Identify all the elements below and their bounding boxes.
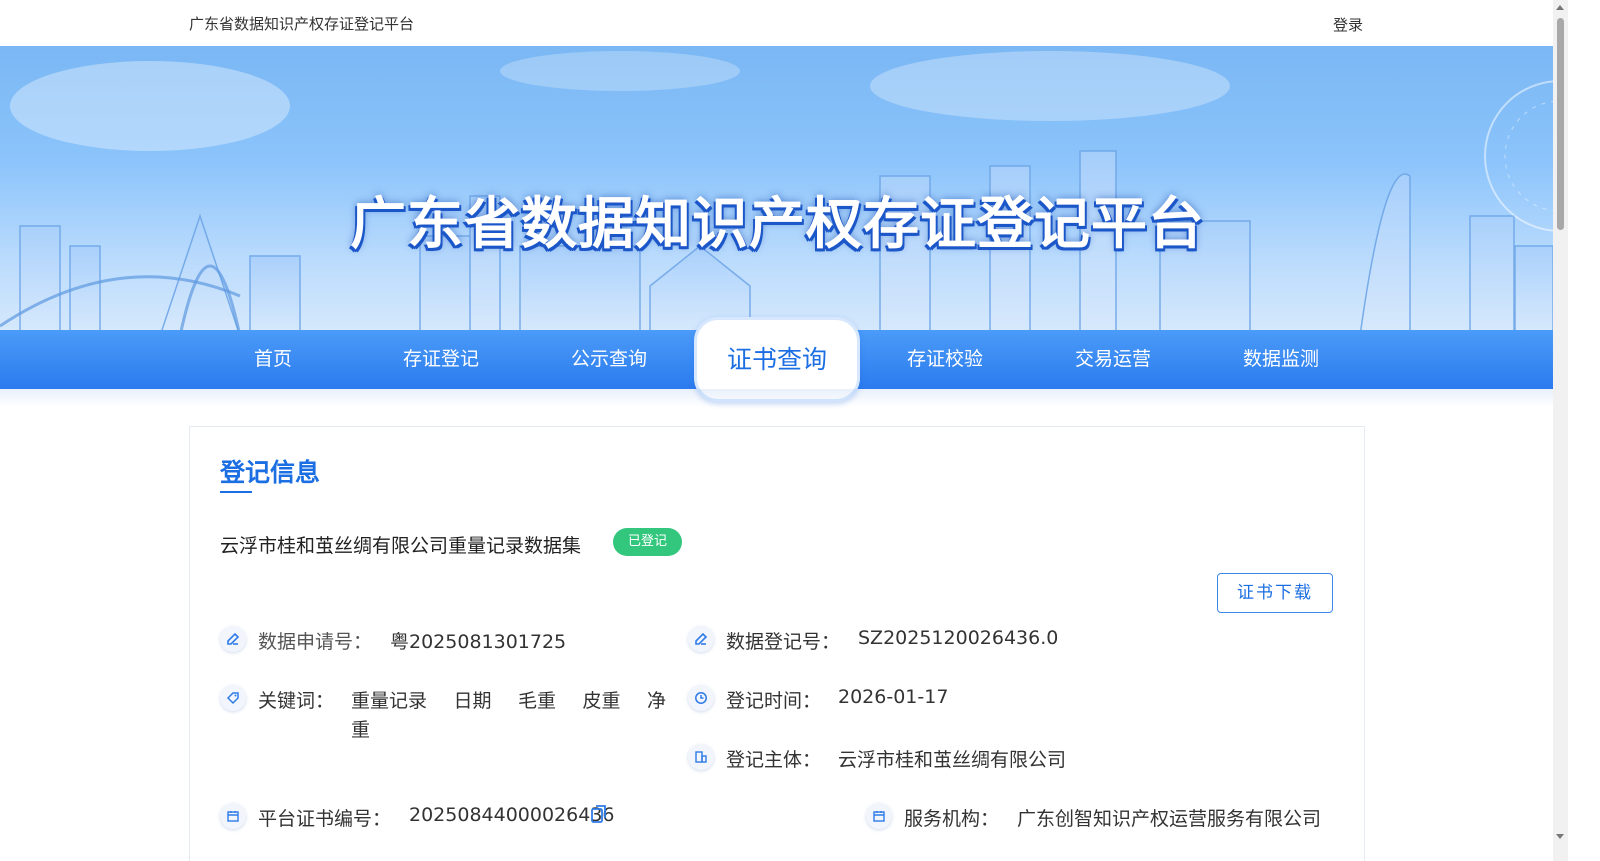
building-icon — [688, 744, 714, 770]
edit-icon — [220, 626, 246, 652]
calendar-icon — [220, 803, 246, 829]
nav-trade[interactable]: 交易运营 — [1029, 330, 1197, 389]
application-no-value: 粤2025081301725 — [390, 631, 567, 653]
calendar-icon — [866, 803, 892, 829]
nav-monitor[interactable]: 数据监测 — [1197, 330, 1365, 389]
keyword-wrap: 重 — [351, 719, 371, 741]
application-no-row: 数据申请号： — [258, 627, 372, 654]
service-org-value: 广东创智知识产权运营服务有限公司 — [1017, 808, 1322, 830]
cert-no-value: 20250844000026436 — [409, 804, 615, 826]
clock-icon — [688, 685, 714, 711]
page-scrollbar[interactable] — [1553, 0, 1568, 861]
section-title-underline — [220, 491, 252, 493]
keywords-list: 重量记录 日期 毛重 皮重 净 — [351, 686, 666, 713]
nav-register[interactable]: 存证登记 — [357, 330, 525, 389]
nav-home[interactable]: 首页 — [189, 330, 357, 389]
reg-time-value: 2026-01-17 — [838, 686, 949, 708]
edit-icon — [688, 626, 714, 652]
status-badge: 已登记 — [613, 528, 682, 556]
keywords-label: 关键词： — [258, 690, 335, 712]
application-no-label: 数据申请号： — [258, 631, 373, 653]
login-link[interactable]: 登录 — [1333, 14, 1363, 35]
keyword-tag: 皮重 — [582, 690, 621, 712]
service-org-label: 服务机构： — [904, 808, 1000, 830]
keyword-tag: 毛重 — [517, 690, 556, 712]
subject-label: 登记主体： — [726, 749, 822, 771]
tag-icon — [220, 685, 246, 711]
section-title: 登记信息 — [220, 458, 321, 487]
keyword-tag: 日期 — [453, 690, 492, 712]
download-certificate-button[interactable]: 证书下载 — [1217, 573, 1333, 613]
cert-no-label: 平台证书编号： — [258, 808, 392, 830]
subject-value: 云浮市桂和茧丝绸有限公司 — [838, 749, 1067, 771]
banner-title: 广东省数据知识产权存证登记平台 — [350, 192, 1205, 257]
reg-time-label: 登记时间： — [726, 690, 822, 712]
keyword-tag: 净 — [646, 690, 666, 712]
nav-verify[interactable]: 存证校验 — [861, 330, 1029, 389]
scroll-down-icon[interactable] — [1556, 834, 1564, 839]
site-name: 广东省数据知识产权存证登记平台 — [189, 15, 415, 33]
dataset-name: 云浮市桂和茧丝绸有限公司重量记录数据集 — [220, 535, 582, 557]
scroll-up-icon[interactable] — [1556, 5, 1564, 10]
registration-no-label: 数据登记号： — [726, 631, 841, 653]
main-nav: 首页 存证登记 公示查询 证书查询 存证校验 交易运营 数据监测 — [0, 317, 1553, 402]
top-bar: 广东省数据知识产权存证登记平台 登录 — [0, 0, 1553, 46]
registration-info-card: 登记信息 云浮市桂和茧丝绸有限公司重量记录数据集 已登记 证书下载 数据申请号：… — [189, 426, 1365, 861]
nav-shadow — [0, 389, 1553, 407]
scrollbar-thumb[interactable] — [1557, 18, 1564, 230]
keyword-tag: 重量记录 — [351, 690, 428, 712]
registration-no-value: SZ2025120026436.0 — [858, 627, 1059, 649]
copy-icon[interactable] — [591, 804, 607, 828]
nav-public-query[interactable]: 公示查询 — [525, 330, 693, 389]
hero-banner: 广东省数据知识产权存证登记平台 — [0, 46, 1553, 336]
